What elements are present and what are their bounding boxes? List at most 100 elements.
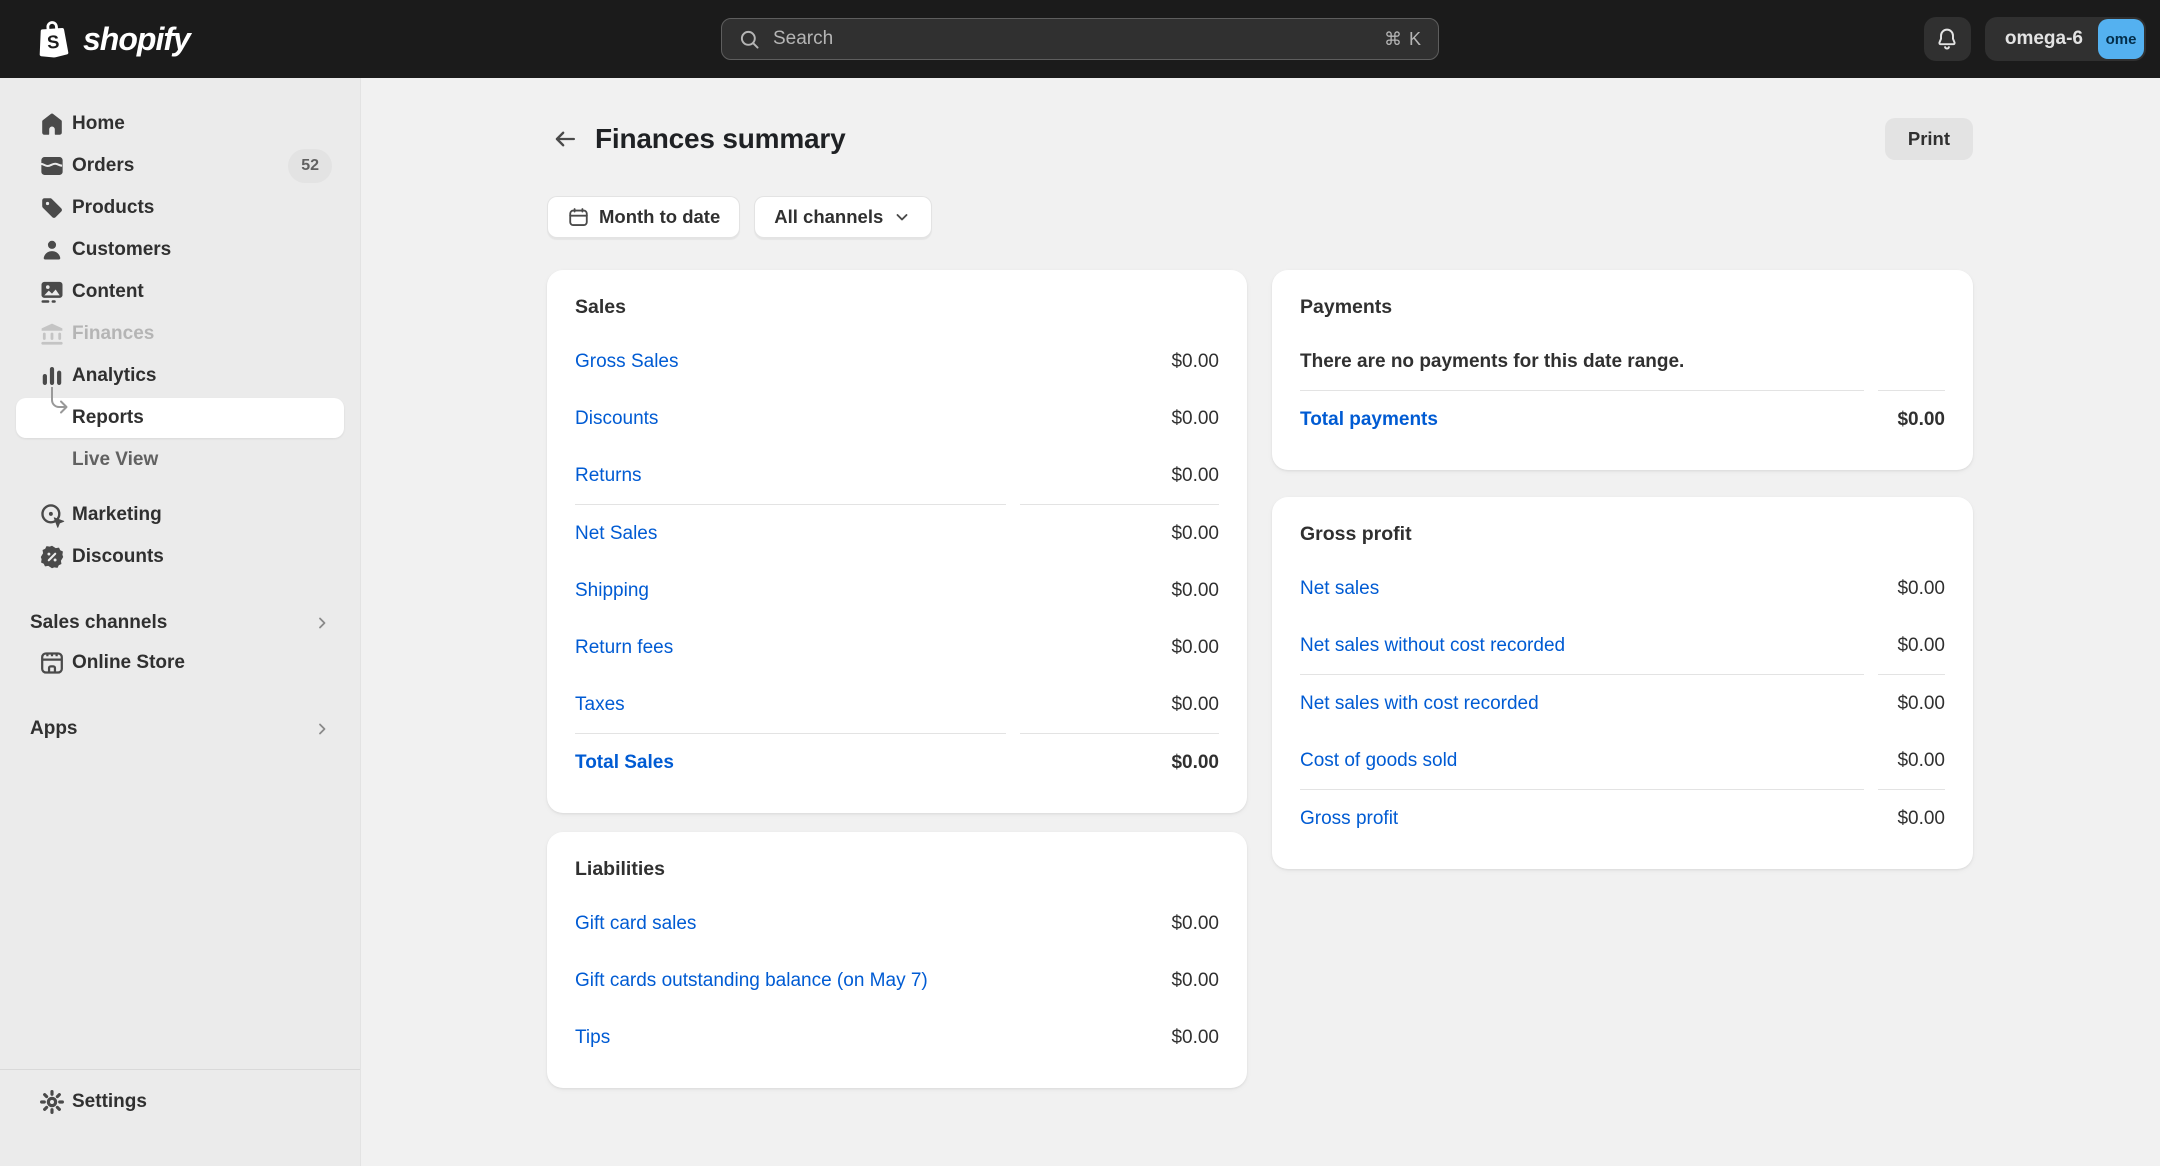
report-row: Discounts $0.00 [575,390,1219,447]
report-row-value: $0.00 [1897,409,1945,431]
channels-label: All channels [774,206,883,228]
sidebar-item-products[interactable]: Products [16,188,344,228]
sidebar-item-finances[interactable]: Finances [16,314,344,354]
sidebar-item-live-view[interactable]: Live View [16,440,344,480]
sidebar-item-home[interactable]: Home [16,104,344,144]
card-title: Liabilities [575,858,1219,881]
search-shortcut: ⌘ K [1384,29,1422,50]
home-icon [38,110,66,138]
report-row-value: $0.00 [1171,408,1219,430]
report-row-link[interactable]: Taxes [575,694,625,716]
report-row-value: $0.00 [1171,465,1219,487]
products-icon [38,194,66,222]
report-row-value: $0.00 [1171,694,1219,716]
search-input[interactable]: Search ⌘ K [721,18,1439,60]
report-row-link[interactable]: Discounts [575,408,658,430]
sidebar-nav: Home Orders 52 Products Customers Cont [0,78,360,749]
report-row-link[interactable]: Net Sales [575,523,657,545]
shopify-logo[interactable]: S shopify [32,16,196,62]
report-row-link[interactable]: Total payments [1300,409,1438,431]
report-row: Tips $0.00 [575,1009,1219,1066]
store-name: omega-6 [2005,28,2083,50]
sidebar-item-settings[interactable]: Settings [16,1082,344,1122]
report-row-value: $0.00 [1897,750,1945,772]
sidebar-item-online-store[interactable]: Online Store [16,643,344,683]
card-title: Payments [1300,296,1945,319]
report-row-value: $0.00 [1897,693,1945,715]
channels-filter-button[interactable]: All channels [754,196,932,238]
sidebar-spacer [16,482,344,495]
analytics-icon [38,362,66,390]
online-store-icon [38,649,66,677]
orders-count-badge: 52 [288,149,332,183]
report-row-link[interactable]: Gross Sales [575,351,678,373]
report-row-link[interactable]: Net sales with cost recorded [1300,693,1539,715]
right-column: Payments There are no payments for this … [1272,270,1973,869]
report-cards: Sales Gross Sales $0.00 Discounts $0.00 … [547,270,1973,1088]
report-row-value: $0.00 [1171,523,1219,545]
empty-state-message: There are no payments for this date rang… [1300,333,1945,390]
sidebar-section-sales-channels[interactable]: Sales channels [16,603,344,643]
shopify-bag-icon: S [32,16,74,62]
date-range-filter-button[interactable]: Month to date [547,196,740,238]
sidebar-item-label: Marketing [72,504,162,526]
report-row: Shipping $0.00 [575,562,1219,619]
report-row-link[interactable]: Total Sales [575,752,674,774]
calendar-icon [567,206,590,229]
sidebar-item-orders[interactable]: Orders 52 [16,146,344,186]
sidebar-item-discounts[interactable]: Discounts [16,537,344,577]
page-header: Finances summary Print [547,117,1973,161]
report-row-link[interactable]: Cost of goods sold [1300,750,1457,772]
sales-card: Sales Gross Sales $0.00 Discounts $0.00 … [547,270,1247,813]
chevron-right-icon [312,719,332,739]
report-row-link[interactable]: Tips [575,1027,610,1049]
sidebar-item-label: Products [72,197,154,219]
store-menu-button[interactable]: omega-6 ome [1985,17,2146,61]
sidebar-footer: Settings [0,1069,360,1166]
report-row-value: $0.00 [1171,351,1219,373]
sidebar-item-reports[interactable]: Reports [16,398,344,438]
report-row-value: $0.00 [1171,637,1219,659]
sidebar-item-customers[interactable]: Customers [16,230,344,270]
report-row-link[interactable]: Returns [575,465,642,487]
liabilities-card: Liabilities Gift card sales $0.00 Gift c… [547,832,1247,1088]
report-row-link[interactable]: Net sales without cost recorded [1300,635,1565,657]
store-avatar: ome [2098,19,2144,59]
filter-bar: Month to date All channels [547,196,1973,238]
report-row-link[interactable]: Gift cards outstanding balance (on May 7… [575,970,928,992]
subtotal-divider [575,504,1219,505]
report-row: Gross profit $0.00 [1300,790,1945,847]
total-row: Total payments $0.00 [1300,391,1945,448]
sidebar-item-content[interactable]: Content [16,272,344,312]
orders-icon [38,152,66,180]
card-title: Gross profit [1300,523,1945,546]
report-row-link[interactable]: Shipping [575,580,649,602]
search-icon [738,28,761,51]
sidebar-section-apps[interactable]: Apps [16,709,344,749]
bell-icon [1934,26,1960,52]
report-row: Net sales $0.00 [1300,560,1945,617]
gross-profit-card: Gross profit Net sales $0.00 Net sales w… [1272,497,1973,869]
sidebar-item-marketing[interactable]: Marketing [16,495,344,535]
sidebar-item-label: Analytics [72,365,156,387]
sidebar-item-label: Reports [72,407,144,429]
print-button[interactable]: Print [1885,118,1973,160]
discounts-icon [38,543,66,571]
report-row: Net sales with cost recorded $0.00 [1300,675,1945,732]
svg-text:S: S [46,31,60,53]
report-row-link[interactable]: Net sales [1300,578,1379,600]
report-row: Return fees $0.00 [575,619,1219,676]
report-row-link[interactable]: Return fees [575,637,673,659]
report-row-link[interactable]: Gift card sales [575,913,696,935]
content-icon [38,278,66,306]
report-row: Gift card sales $0.00 [575,895,1219,952]
back-button[interactable] [547,121,583,157]
shopify-wordmark: shopify [83,21,196,58]
sidebar-item-label: Content [72,281,144,303]
topbar: S shopify Search ⌘ K omega-6 ome [0,0,2160,78]
notifications-button[interactable] [1924,17,1971,61]
report-row-link[interactable]: Gross profit [1300,808,1398,830]
total-row: Total Sales $0.00 [575,734,1219,791]
report-row-value: $0.00 [1171,752,1219,774]
payments-card: Payments There are no payments for this … [1272,270,1973,470]
